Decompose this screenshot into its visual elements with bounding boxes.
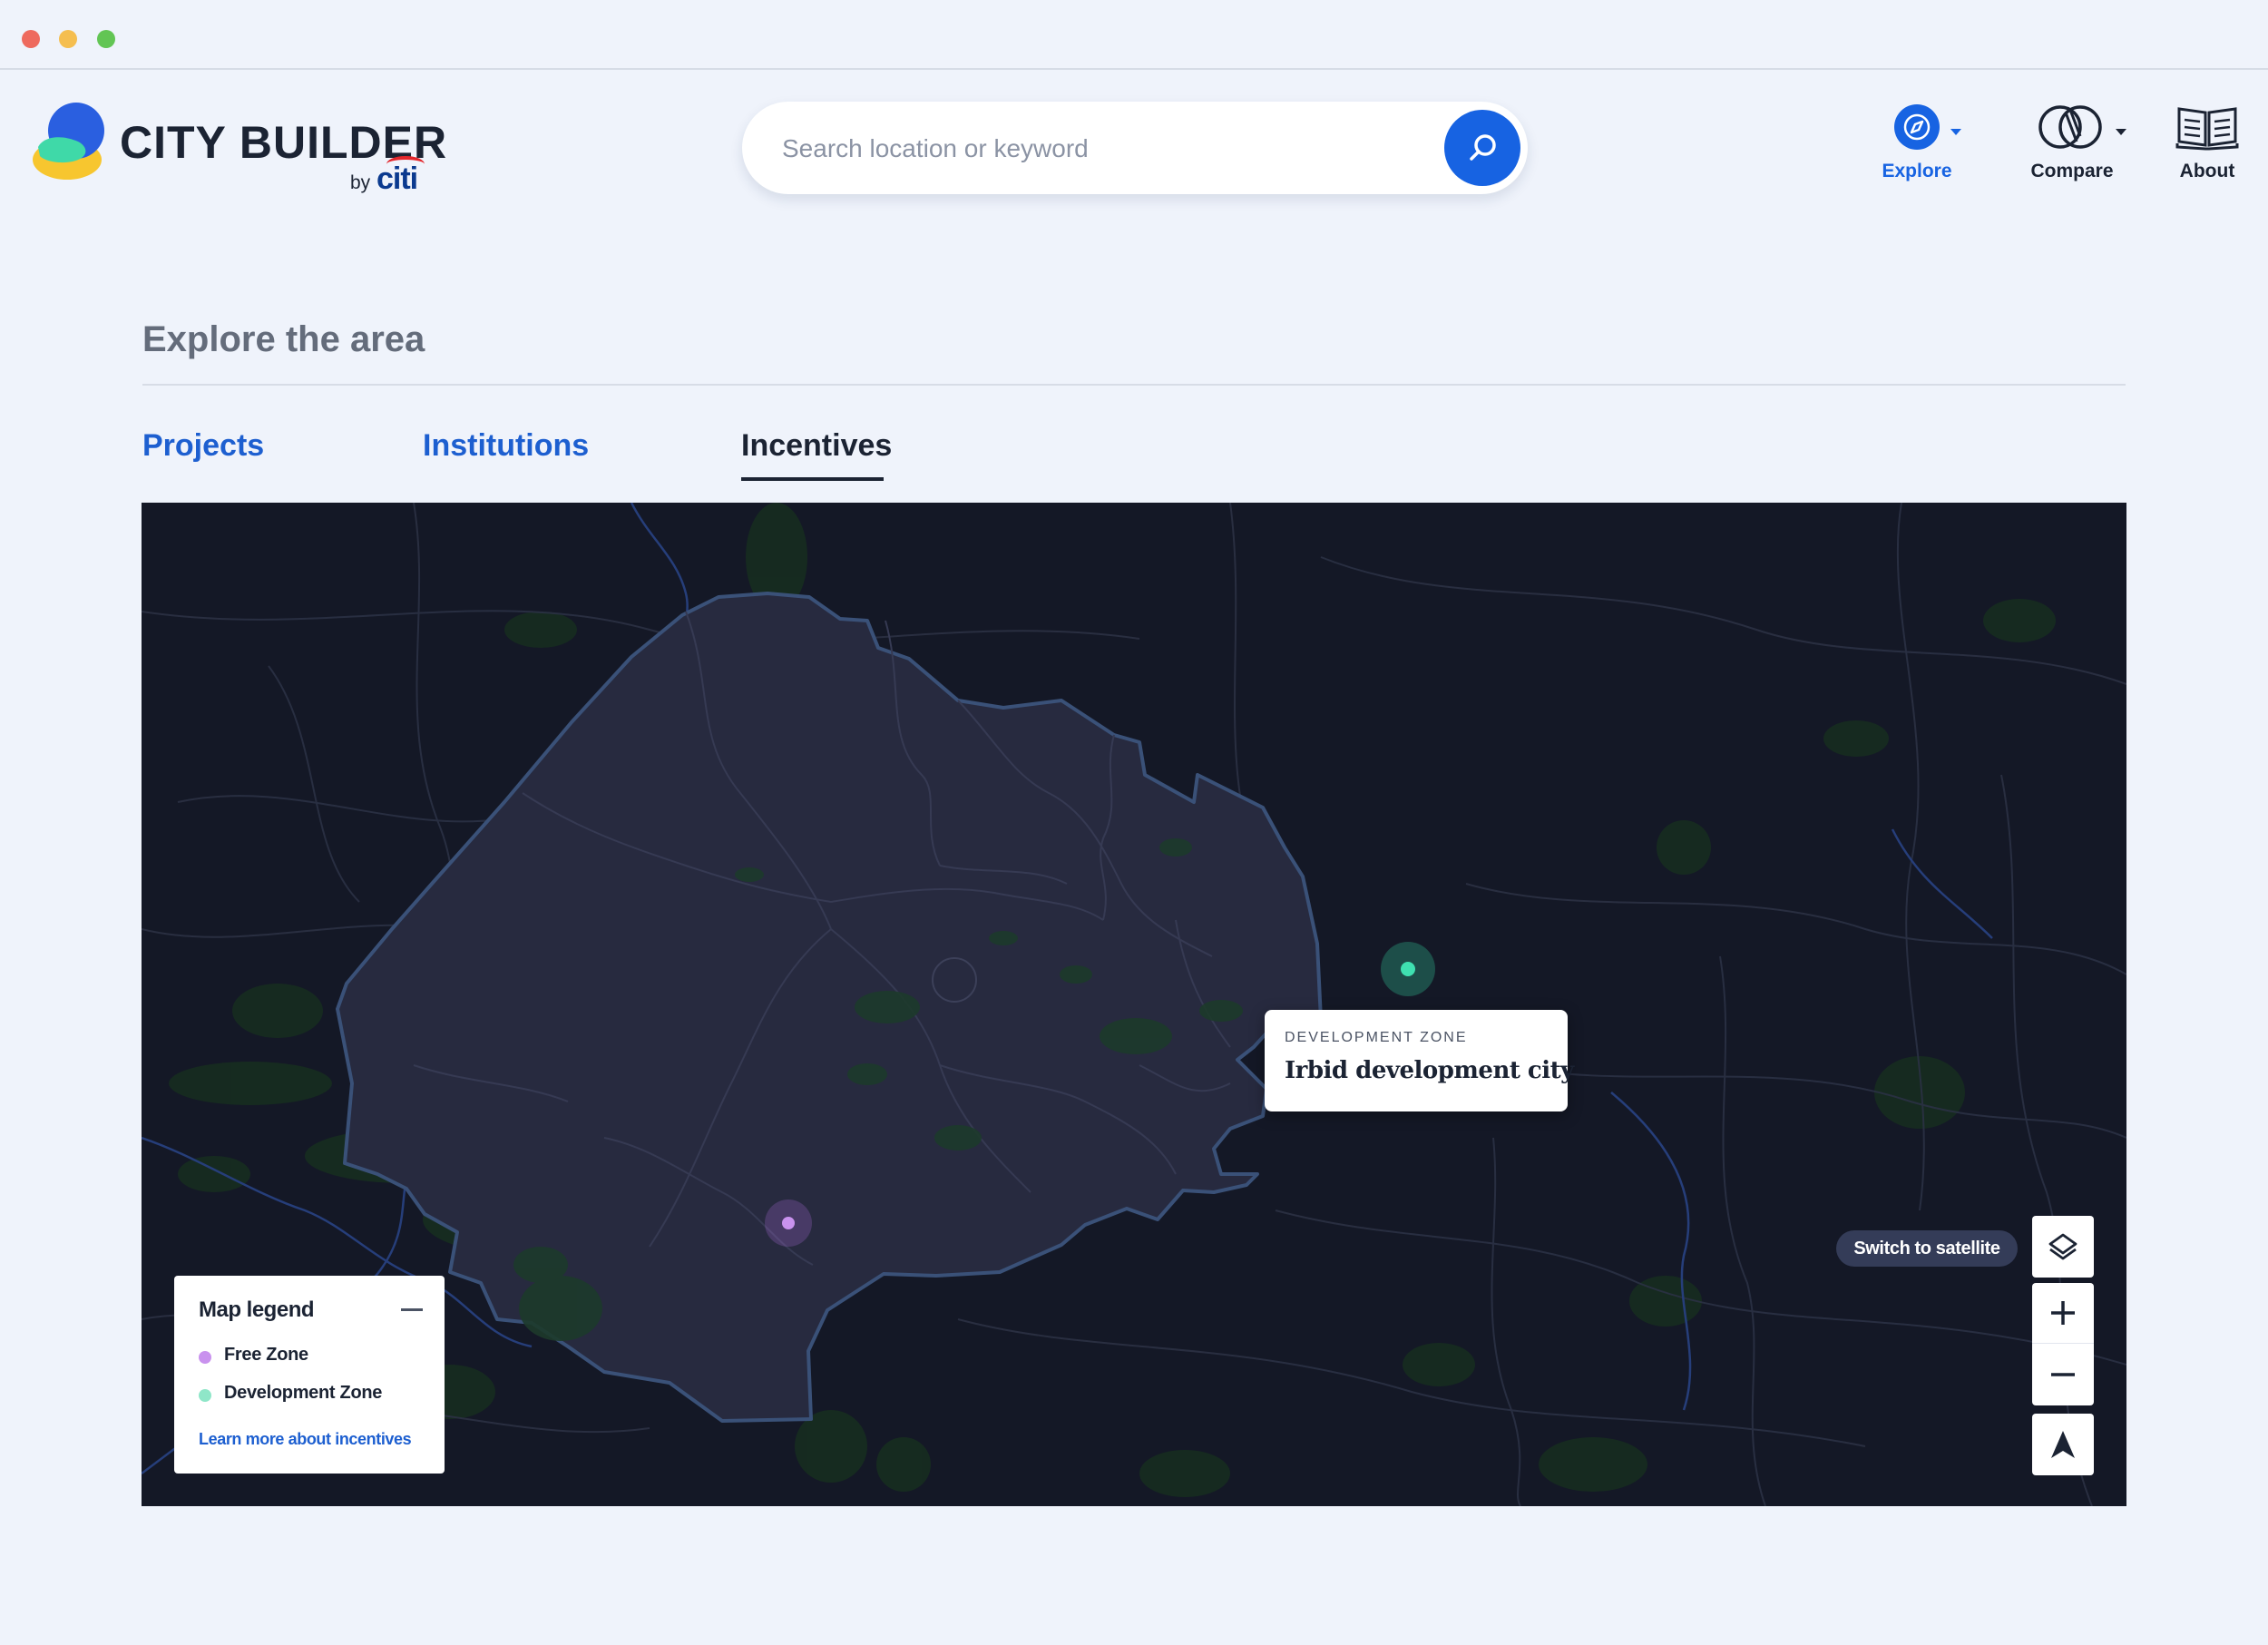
- free-zone-swatch: [199, 1351, 211, 1364]
- chevron-down-icon: [2116, 129, 2126, 135]
- nav-explore-label: Explore: [1882, 161, 1952, 181]
- zoom-out-button[interactable]: [2032, 1343, 2094, 1405]
- page-footer-space: [0, 1506, 2268, 1645]
- switch-to-satellite-button[interactable]: Switch to satellite: [1836, 1230, 2018, 1267]
- nav-explore[interactable]: Explore: [1880, 103, 1961, 182]
- compass-icon: [1894, 104, 1940, 150]
- tooltip-kicker: DEVELOPMENT ZONE: [1285, 1030, 1468, 1045]
- nav-compare-label: Compare: [2030, 161, 2114, 181]
- tab-projects[interactable]: Projects: [142, 428, 264, 464]
- brand-by: by: [350, 172, 371, 193]
- map-tooltip: DEVELOPMENT ZONE Irbid development city: [1265, 1010, 1574, 1111]
- map-view[interactable]: DEVELOPMENT ZONE Irbid development city …: [142, 503, 2126, 1506]
- tab-incentives[interactable]: Incentives: [741, 428, 892, 464]
- compare-icon: [2038, 105, 2102, 149]
- learn-more-incentives-link[interactable]: Learn more about incentives: [199, 1430, 412, 1449]
- search-button[interactable]: [1444, 110, 1520, 186]
- nav-about-label: About: [2179, 161, 2235, 181]
- section-divider: [142, 384, 2126, 386]
- plus-icon: [2051, 1301, 2075, 1325]
- nav-compare[interactable]: Compare: [2021, 103, 2126, 182]
- legend-title: Map legend: [199, 1297, 315, 1322]
- development-zone-marker[interactable]: [1381, 942, 1435, 996]
- collapse-legend-icon[interactable]: [401, 1308, 423, 1311]
- zoom-in-button[interactable]: [2032, 1283, 2094, 1343]
- tooltip-title: Irbid development city: [1285, 1057, 1574, 1084]
- chevron-down-icon: [1950, 129, 1961, 135]
- nav-about[interactable]: About: [2166, 103, 2248, 182]
- book-icon: [2175, 107, 2239, 151]
- search-bar: [742, 102, 1528, 194]
- active-tab-indicator: [741, 477, 884, 481]
- brand-logo[interactable]: CITY BUILDER by citi: [31, 100, 446, 200]
- layers-icon: [2048, 1233, 2077, 1260]
- search-input[interactable]: [780, 122, 1401, 176]
- tab-institutions[interactable]: Institutions: [423, 428, 589, 464]
- window-maximize-button[interactable]: [97, 30, 115, 48]
- legend-item-label: Development Zone: [224, 1383, 383, 1403]
- minus-icon: [2051, 1373, 2075, 1376]
- development-zone-swatch: [199, 1389, 211, 1402]
- search-icon: [1470, 134, 1496, 161]
- navigation-arrow-icon: [2051, 1431, 2075, 1458]
- free-zone-marker[interactable]: [765, 1199, 812, 1247]
- partner-logo-arc-icon: [386, 156, 425, 172]
- legend-item-label: Free Zone: [224, 1345, 308, 1365]
- city-builder-logo-icon: [33, 103, 104, 180]
- window-minimize-button[interactable]: [59, 30, 77, 48]
- window-close-button[interactable]: [22, 30, 40, 48]
- layers-button[interactable]: [2032, 1216, 2094, 1278]
- locate-me-button[interactable]: [2032, 1414, 2094, 1475]
- map-legend: Map legend Free Zone Development Zone Le…: [174, 1276, 445, 1474]
- window-titlebar: [0, 0, 2268, 70]
- page-title: Explore the area: [142, 319, 425, 359]
- irbid-region-outline: [336, 592, 1323, 1423]
